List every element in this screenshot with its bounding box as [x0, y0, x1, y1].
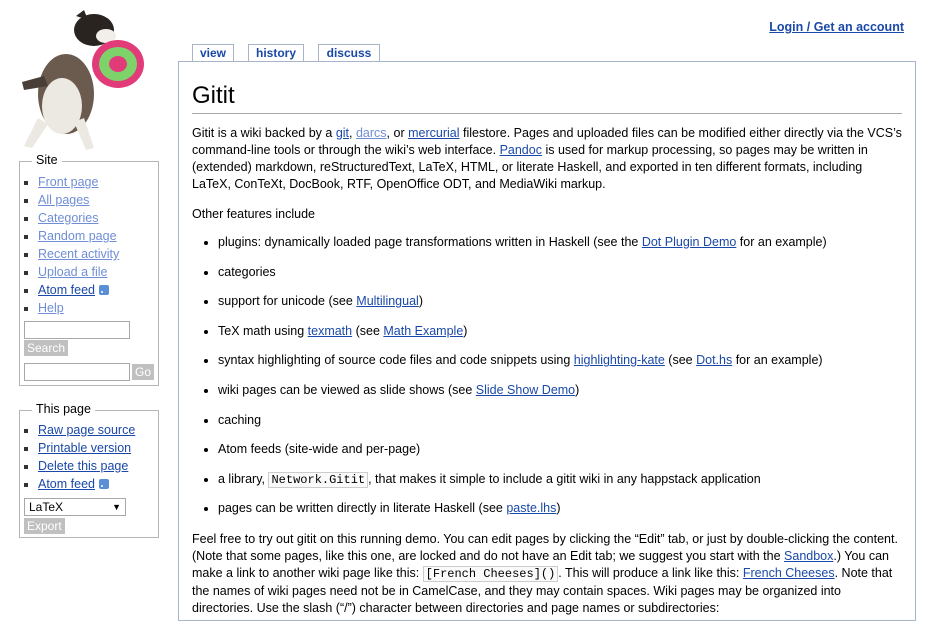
darcs-link[interactable]: darcs: [356, 126, 387, 140]
go-button[interactable]: Go: [132, 364, 155, 380]
atom-feed-link[interactable]: Atom feed: [38, 283, 95, 297]
texmath-link[interactable]: texmath: [308, 324, 352, 338]
page-link-item: Raw page source: [38, 421, 158, 439]
this-page-links: Raw page source Printable version Delete…: [20, 421, 158, 493]
site-link-item: Atom feed: [38, 281, 158, 299]
tab-discuss[interactable]: discuss: [318, 44, 380, 61]
feature-item: plugins: dynamically loaded page transfo…: [218, 234, 928, 264]
dot-hs-link[interactable]: Dot.hs: [696, 353, 732, 367]
site-link-item: Categories: [38, 209, 158, 227]
feature-text: support for unicode (see: [218, 294, 357, 309]
site-link-item: Upload a file: [38, 263, 158, 281]
feature-item: syntax highlighting of source code files…: [218, 352, 928, 382]
site-link-item: Help: [38, 299, 158, 317]
feature-text: syntax highlighting of source code files…: [218, 353, 574, 368]
feature-text: ): [463, 323, 468, 338]
feature-text: caching: [218, 412, 262, 427]
content-panel: Gitit Gitit is a wiki backed by a git, d…: [178, 61, 916, 621]
site-link-item: Front page: [38, 173, 158, 191]
feature-text: pages can be written directly in literat…: [218, 501, 507, 516]
intro-text: ,: [349, 126, 356, 140]
page-atom-feed-link[interactable]: Atom feed: [38, 477, 95, 491]
feature-text: TeX math using: [218, 323, 308, 338]
feature-text: wiki pages can be viewed as slide shows …: [218, 382, 476, 397]
rss-feed-icon[interactable]: [98, 479, 109, 489]
feature-item: categories: [218, 264, 928, 294]
export-format-select[interactable]: LaTeX ▼: [24, 498, 126, 516]
math-example-link[interactable]: Math Example: [383, 324, 463, 338]
demo-text: . This will produce a link like this:: [558, 566, 743, 580]
paste-lhs-link[interactable]: paste.lhs: [506, 501, 556, 515]
highlighting-kate-link[interactable]: highlighting-kate: [574, 353, 665, 367]
feature-text: a library,: [218, 471, 269, 486]
feature-text: Atom feeds (site-wide and per-page): [218, 442, 421, 457]
feature-text: ): [575, 382, 580, 397]
site-links: Front page All pages Categories Random p…: [20, 173, 158, 317]
tab-history[interactable]: history: [248, 44, 304, 61]
feature-text: categories: [218, 264, 276, 279]
page-title: Gitit: [192, 80, 902, 114]
intro-text: , or: [386, 126, 409, 140]
wiki-link-syntax-code: [French Cheeses](): [422, 566, 559, 582]
intro-paragraph: Gitit is a wiki backed by a git, darcs, …: [192, 125, 902, 193]
export-format-value: LaTeX: [29, 500, 64, 514]
site-link-item: Recent activity: [38, 245, 158, 263]
feature-item: TeX math using texmath (see Math Example…: [218, 323, 928, 353]
go-to-page-input[interactable]: [24, 363, 130, 381]
site-link-item: All pages: [38, 191, 158, 209]
feature-text: ): [556, 501, 561, 516]
mercurial-link[interactable]: mercurial: [408, 126, 459, 140]
dropdown-arrow-icon: ▼: [112, 502, 121, 512]
feature-text: , that makes it simple to include a giti…: [368, 471, 761, 486]
intro-text: Gitit is a wiki backed by a: [192, 126, 336, 140]
feature-item: a library, Network.Gitit, that makes it …: [218, 471, 928, 501]
feature-text: (see: [352, 323, 384, 338]
feature-item: caching: [218, 412, 928, 442]
feature-text: ): [418, 294, 423, 309]
export-button[interactable]: Export: [24, 518, 65, 534]
search-input[interactable]: [24, 321, 130, 339]
pandoc-link[interactable]: Pandoc: [500, 143, 542, 157]
french-cheeses-link[interactable]: French Cheeses: [743, 566, 835, 580]
feature-item: Atom feeds (site-wide and per-page): [218, 441, 928, 471]
delete-page-link[interactable]: Delete this page: [38, 459, 128, 473]
network-gitit-code: Network.Gitit: [268, 471, 369, 488]
random-page-link[interactable]: Random page: [38, 229, 117, 243]
search-button[interactable]: Search: [24, 340, 69, 356]
recent-activity-link[interactable]: Recent activity: [38, 247, 119, 261]
all-pages-link[interactable]: All pages: [38, 193, 89, 207]
git-link[interactable]: git: [336, 126, 349, 140]
feature-text: for an example): [732, 353, 823, 368]
feature-item: wiki pages can be viewed as slide shows …: [218, 382, 928, 412]
feature-text: (see: [664, 353, 697, 368]
rss-feed-icon[interactable]: [98, 285, 109, 295]
feature-text: for an example): [736, 235, 827, 249]
dot-plugin-demo-link[interactable]: Dot Plugin Demo: [642, 235, 737, 249]
site-link-item: Random page: [38, 227, 158, 245]
front-page-link[interactable]: Front page: [38, 175, 98, 189]
help-link[interactable]: Help: [38, 301, 64, 315]
site-logo[interactable]: [14, 6, 146, 152]
this-page-box-title: This page: [32, 402, 95, 416]
feature-text: plugins: dynamically loaded page transfo…: [218, 235, 642, 249]
slide-show-demo-link[interactable]: Slide Show Demo: [476, 383, 575, 397]
raw-page-source-link[interactable]: Raw page source: [38, 423, 135, 437]
page-link-item: Delete this page: [38, 457, 158, 475]
login-link[interactable]: Login / Get an account: [769, 20, 904, 34]
upload-file-link[interactable]: Upload a file: [38, 265, 108, 279]
other-features-heading: Other features include: [192, 207, 315, 221]
site-box-title: Site: [32, 153, 62, 167]
feature-item: pages can be written directly in literat…: [218, 500, 928, 530]
sandbox-link[interactable]: Sandbox: [784, 549, 833, 563]
page-link-item: Atom feed: [38, 475, 158, 493]
demo-paragraph: Feel free to try out gitit on this runni…: [192, 531, 902, 617]
page-link-item: Printable version: [38, 439, 158, 457]
multilingual-link[interactable]: Multilingual: [356, 294, 419, 308]
features-list: plugins: dynamically loaded page transfo…: [192, 234, 928, 530]
categories-link[interactable]: Categories: [38, 211, 98, 225]
feature-item: support for unicode (see Multilingual): [218, 293, 928, 323]
printable-version-link[interactable]: Printable version: [38, 441, 131, 455]
